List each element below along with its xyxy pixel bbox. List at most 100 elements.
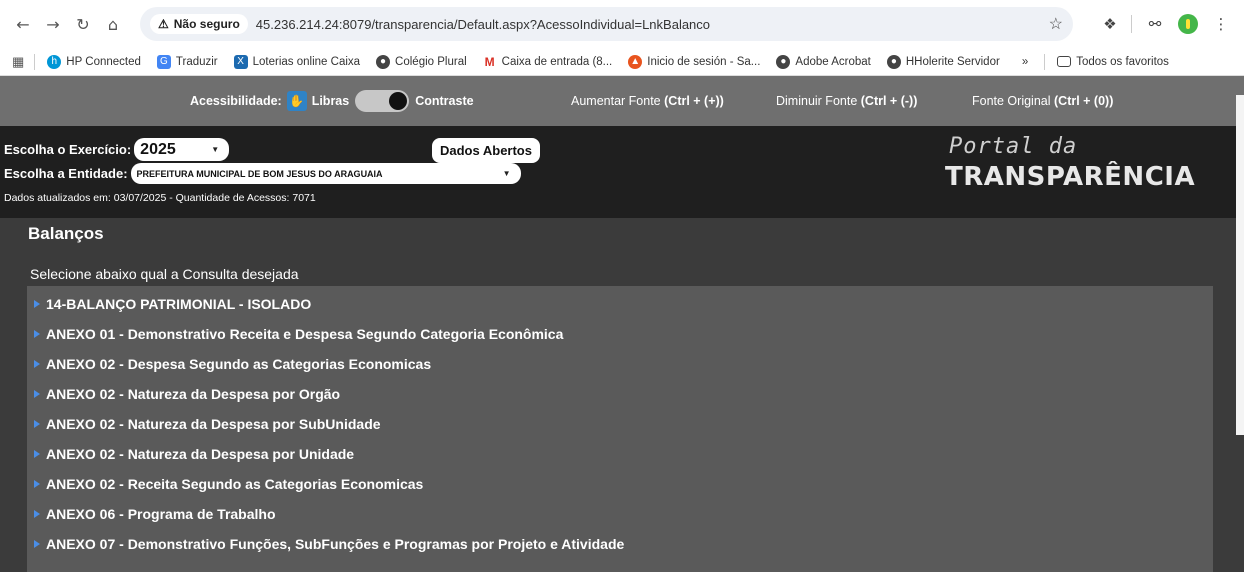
bookmarks-overflow-button[interactable]: »: [1022, 56, 1028, 68]
list-item[interactable]: ANEXO 02 - Natureza da Despesa por Unida…: [34, 446, 354, 462]
gmail-icon: M: [484, 54, 495, 69]
bookmark-inicio-sesion[interactable]: ▲ Inicio de sesión - Sa...: [628, 54, 761, 69]
all-bookmarks-label: Todos os favoritos: [1076, 55, 1169, 68]
libras-link[interactable]: Libras: [312, 94, 350, 108]
original-font-link[interactable]: Fonte Original (Ctrl + (0)): [972, 76, 1113, 126]
list-item[interactable]: 14-BALANÇO PATRIMONIAL - ISOLADO: [34, 296, 311, 312]
scrollbar[interactable]: [1236, 95, 1244, 435]
caixa-icon: X: [233, 54, 248, 69]
chevron-down-icon: ▼: [502, 169, 511, 178]
bookmark-label: Colégio Plural: [395, 55, 467, 68]
security-label: Não seguro: [173, 17, 240, 31]
contrast-label[interactable]: Contraste: [415, 94, 473, 108]
exercise-row: Escolha o Exercício: 2025 ▼: [4, 138, 230, 161]
entity-select[interactable]: PREFEITURA MUNICIPAL DE BOM JESUS DO ARA…: [130, 163, 521, 184]
menu-kebab-icon[interactable]: ⋮: [1208, 11, 1234, 37]
entity-value: PREFEITURA MUNICIPAL DE BOM JESUS DO ARA…: [136, 168, 383, 179]
all-bookmarks-button[interactable]: Todos os favoritos: [1057, 56, 1169, 68]
flame-icon: ▲: [628, 54, 643, 69]
increase-font-link[interactable]: Aumentar Fonte (Ctrl + (+)): [571, 76, 724, 126]
expand-arrow-icon: [34, 540, 40, 548]
accessibility-group: Acessibilidade: ✋ Libras Contraste: [190, 76, 474, 126]
portal-logo-line1: Portal da: [949, 134, 1078, 159]
bookmark-label: Traduzir: [175, 55, 218, 68]
list-item-label: ANEXO 02 - Receita Segundo as Categorias…: [46, 476, 424, 492]
url-text[interactable]: 45.236.214.24:8079/transparencia/Default…: [256, 17, 1049, 32]
chevron-down-icon: ▼: [211, 145, 220, 154]
overflow-label: »: [1021, 55, 1029, 68]
list-item-label: 14-BALANÇO PATRIMONIAL - ISOLADO: [46, 296, 312, 312]
bookmark-star-icon[interactable]: ☆: [1049, 14, 1063, 34]
bookmark-label: Caixa de entrada (8...: [501, 55, 613, 68]
exercise-value: 2025: [140, 140, 176, 158]
site-header: Escolha o Exercício: 2025 ▼ Dados Aberto…: [0, 126, 1244, 218]
consultation-list: 14-BALANÇO PATRIMONIAL - ISOLADO ANEXO 0…: [27, 286, 1213, 572]
decrease-font-shortcut: (Ctrl + (-)): [860, 94, 918, 108]
bookmarks-divider: [1044, 53, 1046, 70]
security-indicator[interactable]: ⚠ Não seguro: [150, 14, 248, 34]
list-item[interactable]: ANEXO 01 - Demonstrativo Receita e Despe…: [34, 326, 563, 342]
page-title: Balanços: [28, 224, 104, 243]
toolbar-divider: [1131, 15, 1132, 33]
bookmark-hholerite[interactable]: ● HHolerite Servidor: [886, 54, 1000, 69]
list-item[interactable]: ANEXO 02 - Receita Segundo as Categorias…: [34, 476, 423, 492]
profile-avatar[interactable]: [1178, 14, 1198, 34]
bookmark-caixa-entrada[interactable]: M Caixa de entrada (8...: [483, 55, 613, 69]
list-item-label: ANEXO 02 - Natureza da Despesa por Unida…: [46, 446, 355, 462]
globe-icon: ●: [776, 54, 791, 69]
translate-icon: G: [156, 54, 171, 69]
accessibility-bar: Acessibilidade: ✋ Libras Contraste Aumen…: [0, 76, 1244, 126]
bookmark-hp-connected[interactable]: h HP Connected: [47, 54, 141, 69]
decrease-font-link[interactable]: Diminuir Fonte (Ctrl + (-)): [776, 76, 917, 126]
exercise-select[interactable]: 2025 ▼: [134, 138, 230, 161]
history-icon[interactable]: ⚯: [1142, 11, 1168, 37]
forward-icon[interactable]: →: [40, 11, 66, 37]
bookmarks-divider: [34, 53, 36, 70]
list-item[interactable]: ANEXO 02 - Natureza da Despesa por SubUn…: [34, 416, 381, 432]
back-icon[interactable]: ←: [10, 11, 36, 37]
warning-icon: ⚠: [158, 17, 169, 31]
bookmark-label: HP Connected: [66, 55, 141, 68]
expand-arrow-icon: [34, 480, 40, 488]
list-item[interactable]: ANEXO 07 - Demonstrativo Funções, SubFun…: [34, 536, 624, 552]
bookmark-loterias[interactable]: X Loterias online Caixa: [233, 54, 360, 69]
list-item-label: ANEXO 06 - Programa de Trabalho: [46, 506, 276, 522]
reload-icon[interactable]: ↻: [70, 11, 96, 37]
apps-grid-icon[interactable]: ▦: [12, 54, 24, 70]
bookmark-label: HHolerite Servidor: [905, 55, 1000, 68]
globe-icon: ●: [886, 54, 901, 69]
expand-arrow-icon: [34, 450, 40, 458]
bookmarks-bar: ▦ h HP Connected G Traduzir X Loterias o…: [0, 48, 1244, 76]
browser-toolbar: ← → ↻ ⌂ ⚠ Não seguro 45.236.214.24:8079/…: [0, 0, 1244, 48]
list-item[interactable]: ANEXO 02 - Natureza da Despesa por Orgão: [34, 386, 340, 402]
open-data-button[interactable]: Dados Abertos: [432, 138, 540, 163]
libras-icon[interactable]: ✋: [286, 91, 307, 111]
original-font-label: Fonte Original: [972, 94, 1051, 108]
list-item-label: ANEXO 07 - Demonstrativo Funções, SubFun…: [46, 536, 625, 552]
list-item[interactable]: ANEXO 02 - Despesa Segundo as Categorias…: [34, 356, 431, 372]
page-subtitle: Selecione abaixo qual a Consulta desejad…: [30, 266, 299, 282]
bookmark-colegio-plural[interactable]: ● Colégio Plural: [376, 54, 467, 69]
list-item[interactable]: ANEXO 06 - Programa de Trabalho: [34, 506, 276, 522]
expand-arrow-icon: [34, 330, 40, 338]
entity-label: Escolha a Entidade:: [4, 166, 128, 181]
original-font-shortcut: (Ctrl + (0)): [1054, 94, 1114, 108]
list-item-label: ANEXO 02 - Natureza da Despesa por Orgão: [46, 386, 341, 402]
bookmark-adobe-acrobat[interactable]: ● Adobe Acrobat: [776, 54, 871, 69]
address-bar[interactable]: ⚠ Não seguro 45.236.214.24:8079/transpar…: [140, 7, 1073, 41]
folder-icon: [1057, 56, 1072, 67]
updated-info: Dados atualizados em: 03/07/2025 - Quant…: [4, 192, 316, 204]
hp-icon: h: [47, 54, 62, 69]
expand-arrow-icon: [34, 420, 40, 428]
bookmark-traduzir[interactable]: G Traduzir: [156, 54, 218, 69]
expand-arrow-icon: [34, 510, 40, 518]
bookmark-label: Inicio de sesión - Sa...: [647, 55, 761, 68]
list-item-label: ANEXO 01 - Demonstrativo Receita e Despe…: [46, 326, 564, 342]
home-icon[interactable]: ⌂: [100, 11, 126, 37]
increase-font-shortcut: (Ctrl + (+)): [664, 94, 724, 108]
decrease-font-label: Diminuir Fonte: [776, 94, 858, 108]
extensions-icon[interactable]: ❖: [1097, 11, 1123, 37]
contrast-toggle[interactable]: [355, 90, 410, 112]
main-content: Balanços Selecione abaixo qual a Consult…: [0, 218, 1244, 572]
list-item-label: ANEXO 02 - Despesa Segundo as Categorias…: [46, 356, 432, 372]
